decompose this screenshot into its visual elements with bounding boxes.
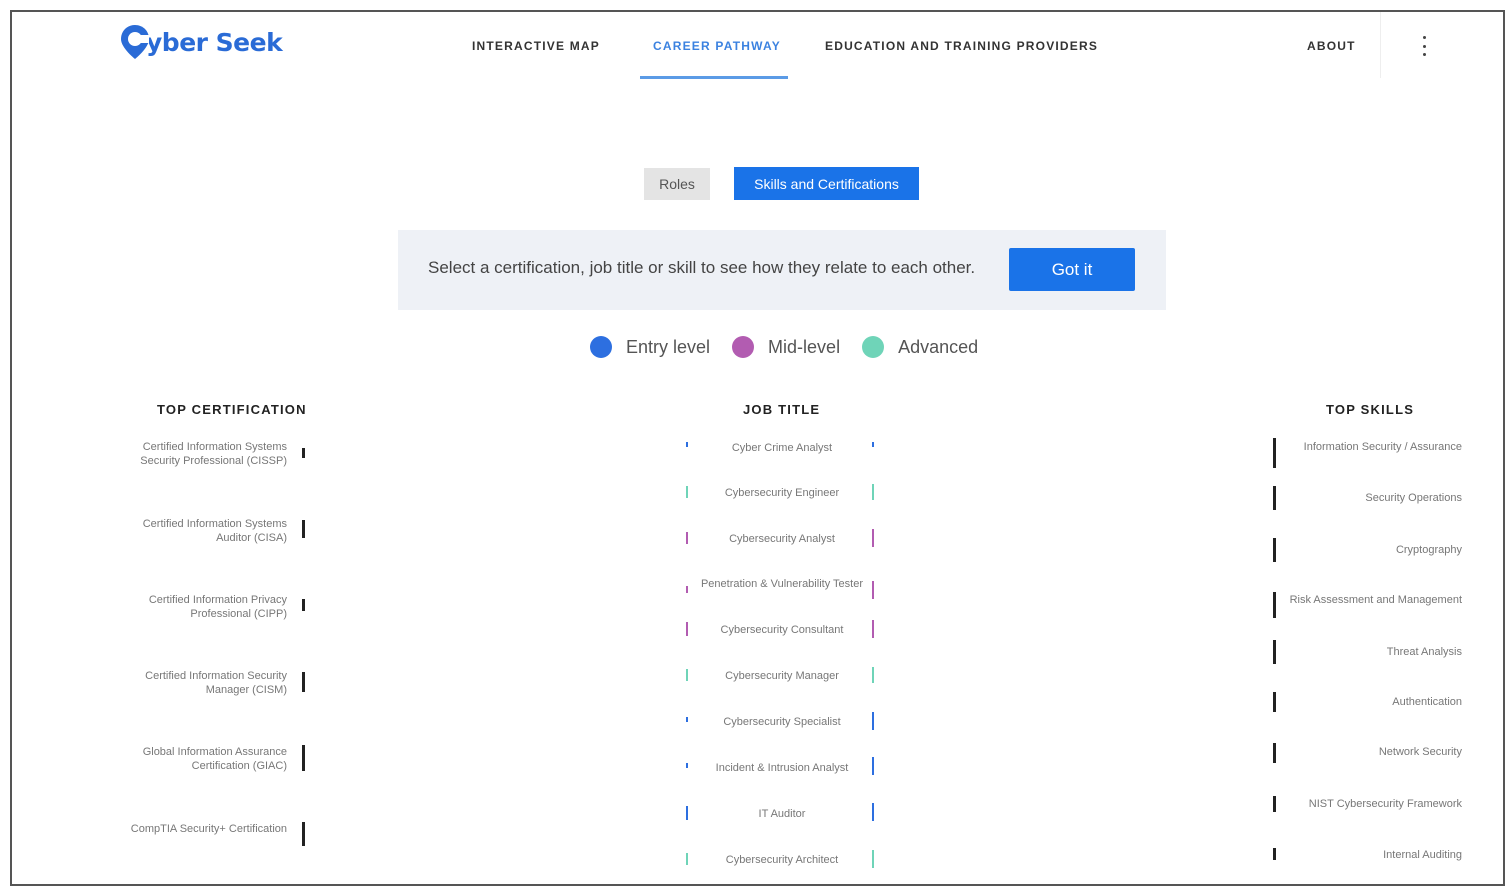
job-level-bar-left — [686, 586, 688, 593]
job-level-bar-left — [686, 442, 688, 447]
job-title-item[interactable]: Cybersecurity Specialist — [692, 716, 872, 728]
job-title-item[interactable]: Cybersecurity Engineer — [692, 487, 872, 499]
job-title-item[interactable]: Cybersecurity Architect — [692, 854, 872, 866]
skill-item[interactable]: Network Security — [1272, 745, 1462, 759]
job-level-bar-right — [872, 442, 874, 447]
job-level-bar-left — [686, 622, 688, 636]
skill-item[interactable]: Authentication — [1272, 695, 1462, 709]
mid-level-dot-icon — [732, 336, 755, 358]
job-level-bar-left — [686, 669, 688, 681]
certification-tick — [302, 520, 305, 538]
got-it-button[interactable]: Got it — [1009, 248, 1135, 291]
job-level-bar-left — [686, 853, 688, 865]
skill-item[interactable]: NIST Cybersecurity Framework — [1272, 797, 1462, 811]
job-level-bar-right — [872, 803, 874, 821]
legend-label: Entry level — [626, 336, 711, 357]
legend-label: Mid-level — [768, 336, 841, 357]
legend-mid-level: Mid-level — [732, 336, 840, 358]
job-title-item[interactable]: Cybersecurity Analyst — [692, 533, 872, 545]
nav-career-pathway[interactable]: CAREER PATHWAY — [653, 39, 781, 53]
job-level-bar-left — [686, 717, 688, 722]
nav-education-training[interactable]: EDUCATION AND TRAINING PROVIDERS — [825, 39, 1098, 53]
job-level-bar-right — [872, 667, 874, 683]
certification-tick — [302, 448, 305, 458]
skills-column-title: TOP SKILLS — [1326, 402, 1415, 417]
certification-tick — [302, 745, 305, 771]
skill-item[interactable]: Information Security / Assurance — [1272, 440, 1462, 454]
job-title-item[interactable]: Cybersecurity Manager — [692, 670, 872, 682]
job-title-item[interactable]: Incident & Intrusion Analyst — [692, 762, 872, 774]
skills-certifications-button[interactable]: Skills and Certifications — [734, 167, 919, 200]
cyberseek-logo[interactable]: yber Seek — [120, 24, 283, 60]
skill-item[interactable]: Internal Auditing — [1272, 848, 1462, 862]
legend-entry-level: Entry level — [590, 336, 710, 358]
job-level-bar-right — [872, 581, 874, 599]
entry-level-dot-icon — [590, 336, 612, 358]
certification-item[interactable]: Certified Information Systems Auditor (C… — [117, 517, 287, 545]
job-title-item[interactable]: Penetration & Vulnerability Tester — [692, 578, 872, 590]
advanced-dot-icon — [862, 336, 885, 358]
jobs-column-title: JOB TITLE — [743, 402, 821, 417]
certification-item[interactable]: CompTIA Security+ Certification — [117, 822, 287, 836]
top-nav: yber Seek INTERACTIVE MAP CAREER PATHWAY… — [12, 12, 1503, 92]
level-legend: Entry level Mid-level Advanced — [590, 336, 1000, 358]
certification-item[interactable]: Certified Information Security Manager (… — [117, 669, 287, 697]
job-title-item[interactable]: IT Auditor — [692, 808, 872, 820]
banner-text: Select a certification, job title or ski… — [428, 258, 976, 277]
certification-item[interactable]: Certified Information Privacy Profession… — [117, 593, 287, 621]
job-level-bar-left — [686, 763, 688, 768]
job-level-bar-right — [872, 757, 874, 775]
job-level-bar-left — [686, 806, 688, 820]
skill-item[interactable]: Cryptography — [1272, 543, 1462, 557]
job-level-bar-left — [686, 486, 688, 498]
certification-item[interactable]: Certified Information Systems Security P… — [117, 440, 287, 468]
certification-item[interactable]: Global Information Assurance Certificati… — [117, 745, 287, 773]
more-menu-icon[interactable] — [1416, 36, 1432, 56]
active-tab-indicator — [640, 76, 788, 79]
skill-item[interactable]: Threat Analysis — [1272, 645, 1462, 659]
nav-divider — [1380, 12, 1381, 78]
job-level-bar-right — [872, 712, 874, 730]
job-level-bar-right — [872, 484, 874, 500]
legend-label: Advanced — [898, 336, 979, 357]
job-level-bar-left — [686, 532, 688, 544]
legend-advanced: Advanced — [862, 336, 978, 358]
certification-tick — [302, 822, 305, 846]
job-title-item[interactable]: Cyber Crime Analyst — [692, 442, 872, 454]
logo-text: yber Seek — [146, 27, 283, 57]
skill-item[interactable]: Risk Assessment and Management — [1272, 593, 1462, 607]
roles-button[interactable]: Roles — [644, 168, 710, 200]
app-frame: yber Seek INTERACTIVE MAP CAREER PATHWAY… — [10, 10, 1505, 886]
job-title-item[interactable]: Cybersecurity Consultant — [692, 624, 872, 636]
certification-tick — [302, 599, 305, 611]
certifications-column-title: TOP CERTIFICATION — [157, 402, 307, 417]
job-level-bar-right — [872, 620, 874, 638]
job-level-bar-right — [872, 850, 874, 868]
skill-item[interactable]: Security Operations — [1272, 491, 1462, 505]
job-level-bar-right — [872, 529, 874, 547]
info-banner: Select a certification, job title or ski… — [398, 230, 1166, 310]
nav-interactive-map[interactable]: INTERACTIVE MAP — [472, 39, 600, 53]
certification-tick — [302, 672, 305, 692]
location-pin-icon — [120, 24, 150, 60]
nav-about[interactable]: ABOUT — [1307, 39, 1356, 53]
